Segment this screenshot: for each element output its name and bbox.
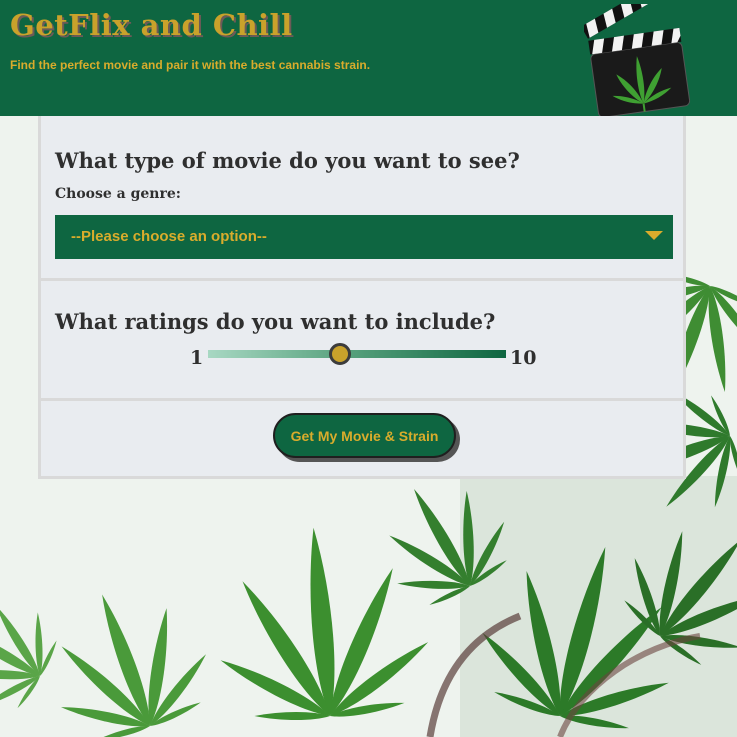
genre-question: What type of movie do you want to see?: [55, 148, 520, 173]
rating-question: What ratings do you want to include?: [55, 309, 496, 334]
rating-slider-track[interactable]: [208, 350, 506, 358]
genre-select-value: --Please choose an option--: [71, 228, 267, 245]
genre-section: What type of movie do you want to see? C…: [41, 116, 683, 281]
site-title: GetFlix and Chill: [10, 8, 293, 42]
movie-form-panel: What type of movie do you want to see? C…: [38, 116, 686, 479]
rating-slider-handle[interactable]: [329, 343, 351, 365]
rating-min-label: 1: [190, 347, 204, 369]
genre-label: Choose a genre:: [55, 186, 181, 202]
rating-max-label: 10: [510, 347, 537, 369]
get-movie-strain-button[interactable]: Get My Movie & Strain: [273, 413, 456, 458]
submit-section: Get My Movie & Strain: [41, 401, 683, 476]
chevron-down-icon: [645, 231, 663, 240]
site-header: GetFlix and Chill Find the perfect movie…: [0, 0, 737, 116]
clapperboard-cannabis-icon: [584, 4, 691, 116]
site-tagline: Find the perfect movie and pair it with …: [10, 58, 371, 72]
rating-section: What ratings do you want to include? 1 1…: [41, 281, 683, 401]
genre-select[interactable]: --Please choose an option--: [55, 215, 673, 259]
